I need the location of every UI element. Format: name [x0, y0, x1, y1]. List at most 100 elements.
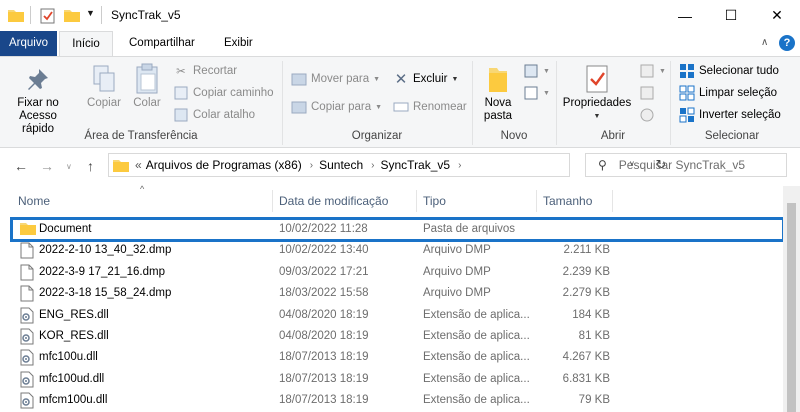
properties-quick-icon[interactable]	[40, 8, 56, 27]
file-row[interactable]: KOR_RES.dll 04/08/2020 18:19 Extensão de a…	[12, 326, 783, 347]
file-icon	[20, 242, 34, 262]
move-to-button[interactable]: Mover para ▼	[290, 69, 380, 89]
column-type[interactable]: Tipo	[417, 190, 537, 212]
cut-button[interactable]: ✂ Recortar	[172, 61, 237, 81]
rename-label: Renomear	[413, 101, 467, 113]
file-name: 2022-3-9 17_21_16.dmp	[39, 265, 165, 278]
tab-home[interactable]: Início	[59, 31, 113, 57]
file-date: 10/02/2022 13:40	[279, 244, 369, 257]
dll-icon	[20, 392, 34, 412]
breadcrumb-item[interactable]: SyncTrak_v5	[381, 158, 451, 172]
rename-icon	[392, 98, 410, 116]
copy-path-button[interactable]: Copiar caminho	[172, 83, 274, 103]
search-input[interactable]: ⚲ Pesquisar SyncTrak_v5	[585, 153, 787, 177]
divider	[101, 6, 102, 24]
maximize-button[interactable]: ☐	[708, 0, 754, 31]
new-folder-button[interactable]: Nova pasta	[478, 61, 518, 123]
new-folder-label-2: pasta	[483, 110, 513, 122]
file-size: 2.239 KB	[562, 265, 610, 278]
column-name[interactable]: Nome	[12, 190, 273, 212]
file-row[interactable]: 2022-3-18 15_58_24.dmp 18/03/2022 15:58 Ar…	[12, 283, 783, 304]
invert-selection-icon	[678, 106, 696, 124]
file-date: 10/02/2022 11:28	[279, 223, 368, 235]
new-folder-icon	[478, 61, 518, 97]
file-row[interactable]: ENG_RES.dll 04/08/2020 18:19 Extensão de a…	[12, 305, 783, 326]
recent-locations-icon[interactable]: ∨	[66, 162, 72, 171]
invert-selection-button[interactable]: Inverter seleção	[678, 105, 781, 125]
new-folder-quick-icon[interactable]	[64, 8, 80, 25]
paste-button[interactable]: Colar	[128, 61, 166, 110]
up-arrow-icon[interactable]: ↑	[87, 158, 94, 174]
dll-icon	[20, 349, 34, 369]
delete-label: Excluir	[413, 73, 448, 85]
customize-quick-access-icon[interactable]: ▼	[86, 8, 95, 18]
tab-view[interactable]: Exibir	[215, 31, 262, 56]
file-row[interactable]: mfcm100u.dll 18/07/2013 18:19 Extensão de …	[12, 390, 783, 411]
copy-label: Copiar	[87, 97, 121, 109]
copy-button[interactable]: Copiar	[84, 61, 124, 110]
forward-arrow-icon[interactable]: →	[40, 158, 54, 174]
scrollbar-thumb[interactable]	[787, 203, 796, 412]
select-all-label: Selecionar tudo	[699, 65, 779, 77]
column-header: Nome Data de modificação Tipo Tamanho	[0, 190, 783, 212]
copy-to-button[interactable]: Copiar para ▼	[290, 97, 382, 117]
new-item-button[interactable]: ▼	[522, 61, 550, 81]
organize-group-label: Organizar	[351, 130, 403, 142]
collapse-ribbon-icon[interactable]: ∧	[761, 37, 768, 48]
file-row[interactable]: mfc100u.dll 18/07/2013 18:19 Extensão de a…	[12, 347, 783, 368]
easy-access-button[interactable]: ▼	[522, 83, 550, 103]
file-type: Arquivo DMP	[423, 287, 491, 300]
column-size[interactable]: Tamanho	[537, 190, 613, 212]
chevron-right-icon[interactable]: ›	[371, 160, 374, 171]
open-button[interactable]: ▼	[638, 61, 666, 81]
file-date: 04/08/2020 18:19	[279, 308, 369, 321]
select-all-icon	[678, 62, 696, 80]
paste-label: Colar	[133, 97, 161, 109]
chevron-right-icon[interactable]: ›	[458, 160, 461, 171]
copy-to-icon	[290, 98, 308, 116]
paste-shortcut-button[interactable]: Colar atalho	[172, 105, 255, 125]
divider	[30, 6, 31, 24]
clipboard-icon	[128, 61, 166, 97]
select-all-button[interactable]: Selecionar tudo	[678, 61, 779, 81]
tab-file[interactable]: Arquivo	[0, 31, 57, 56]
file-row[interactable]: mfc100ud.dll 18/07/2013 18:19 Extensão de …	[12, 369, 783, 390]
file-date: 18/07/2013 18:19	[279, 394, 369, 407]
address-bar[interactable]: « Arquivos de Programas (x86) › Suntech …	[108, 153, 666, 177]
help-icon[interactable]: ?	[779, 35, 795, 51]
column-date-modified[interactable]: Data de modificação	[273, 190, 417, 212]
rename-button[interactable]: Renomear	[392, 97, 467, 117]
close-button[interactable]: ✕	[754, 0, 800, 31]
file-size: 81 KB	[578, 329, 610, 342]
cut-label: Recortar	[193, 65, 238, 77]
copy-path-label: Copiar caminho	[193, 87, 274, 99]
tab-share[interactable]: Compartilhar	[120, 31, 204, 56]
select-none-button[interactable]: Limpar seleção	[678, 83, 777, 103]
history-button[interactable]	[638, 105, 659, 125]
file-name: mfc100u.dll	[39, 351, 98, 364]
file-type: Extensão de aplica...	[423, 394, 530, 407]
breadcrumb-item[interactable]: Arquivos de Programas (x86)	[146, 158, 302, 172]
file-icon	[20, 264, 34, 284]
file-date: 18/03/2022 15:58	[279, 287, 369, 300]
open-group-label: Abrir	[600, 130, 626, 142]
back-arrow-icon[interactable]: ←	[14, 158, 28, 174]
file-row[interactable]: 2022-3-9 17_21_16.dmp 09/03/2022 17:21 Arq…	[12, 262, 783, 283]
file-row-selected[interactable]: Document 10/02/2022 11:28 Pasta de arquivo…	[10, 216, 785, 243]
edit-button[interactable]	[638, 83, 659, 103]
file-date: 04/08/2020 18:19	[279, 329, 369, 342]
chevron-right-icon[interactable]: ›	[310, 160, 313, 171]
properties-button[interactable]: Propriedades ▼	[560, 61, 634, 123]
file-size: 2.279 KB	[562, 287, 610, 300]
breadcrumb-item[interactable]: Suntech	[319, 158, 363, 172]
select-group-label: Selecionar	[704, 130, 760, 142]
file-row[interactable]: 2022-2-10 13_40_32.dmp 10/02/2022 13:40 Ar…	[12, 240, 783, 261]
edit-icon	[638, 84, 656, 102]
file-type: Arquivo DMP	[423, 265, 491, 278]
pin-quick-access-button[interactable]: Fixar no Acesso rápido	[4, 61, 72, 136]
delete-button[interactable]: ✕ Excluir ▼	[392, 69, 459, 89]
breadcrumb-overflow[interactable]: «	[135, 158, 142, 172]
file-list: Document 10/02/2022 11:28 Pasta de arquivo…	[10, 216, 785, 412]
minimize-button[interactable]: —	[662, 0, 708, 31]
file-icon	[20, 285, 34, 305]
